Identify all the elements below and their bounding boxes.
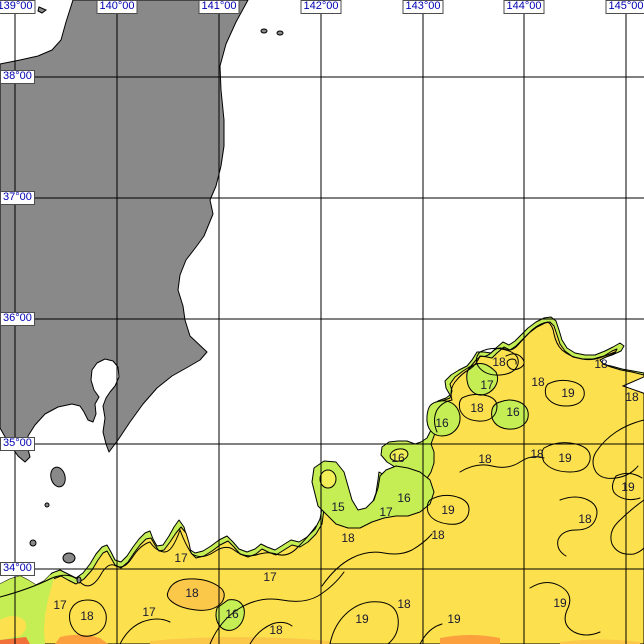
temperature-label: 19 (447, 612, 461, 626)
temperature-label: 18 (185, 586, 199, 600)
temperature-label: 18 (625, 390, 639, 404)
temperature-label: 17 (174, 551, 188, 565)
latitude-label: 38°00 (0, 70, 35, 84)
island (261, 29, 267, 33)
longitude-label: 139°00 (0, 0, 36, 14)
temperature-label: 18 (530, 447, 544, 461)
island (277, 31, 283, 35)
latitude-label: 37°00 (0, 191, 35, 205)
temperature-label: 17 (263, 570, 277, 584)
temperature-label: 18 (397, 597, 411, 611)
latitude-label: 35°00 (0, 437, 35, 451)
temperature-label: 17 (379, 505, 393, 519)
temperature-label: 17 (53, 598, 67, 612)
warm-core (320, 470, 336, 488)
longitude-label: 143°00 (403, 0, 444, 14)
temperature-label: 18 (341, 531, 355, 545)
temperature-label: 19 (441, 503, 455, 517)
island (77, 577, 81, 583)
temperature-label: 16 (435, 416, 449, 430)
temperature-label: 18 (594, 357, 608, 371)
temperature-label: 16 (506, 405, 520, 419)
temperature-label: 16 (397, 491, 411, 505)
temperature-label: 18 (531, 375, 545, 389)
temperature-label: 18 (492, 355, 506, 369)
longitude-label: 145°00 (606, 0, 644, 14)
temperature-label: 18 (478, 452, 492, 466)
temperature-label: 19 (355, 612, 369, 626)
temperature-label: 16 (391, 451, 405, 465)
longitude-label: 142°00 (301, 0, 342, 14)
sst-map-canvas: 18 18 17 18 19 18 18 16 16 16 18 18 19 19 16 15 17 19 18 18… (0, 0, 644, 644)
temperature-label: 19 (621, 480, 635, 494)
temperature-label: 18 (470, 401, 484, 415)
temperature-label: 19 (553, 596, 567, 610)
longitude-label: 141°00 (199, 0, 240, 14)
temperature-label: 18 (269, 623, 283, 637)
temperature-label: 18 (80, 609, 94, 623)
temperature-label: 19 (561, 386, 575, 400)
temperature-label: 17 (480, 378, 494, 392)
temperature-label: 17 (142, 605, 156, 619)
island (30, 540, 36, 546)
sst-map: 18 18 17 18 19 18 18 16 16 16 18 18 19 19 16 15 17 19 18 18… (0, 0, 644, 644)
temperature-label: 19 (558, 451, 572, 465)
temperature-label: 15 (331, 500, 345, 514)
latitude-label: 36°00 (0, 312, 35, 326)
island (63, 553, 75, 563)
latitude-label: 34°00 (0, 562, 35, 576)
temperature-label: 18 (578, 512, 592, 526)
longitude-label: 140°00 (97, 0, 138, 14)
island (45, 503, 49, 507)
longitude-label: 144°00 (504, 0, 545, 14)
temperature-label: 16 (225, 607, 239, 621)
temperature-label: 18 (431, 528, 445, 542)
